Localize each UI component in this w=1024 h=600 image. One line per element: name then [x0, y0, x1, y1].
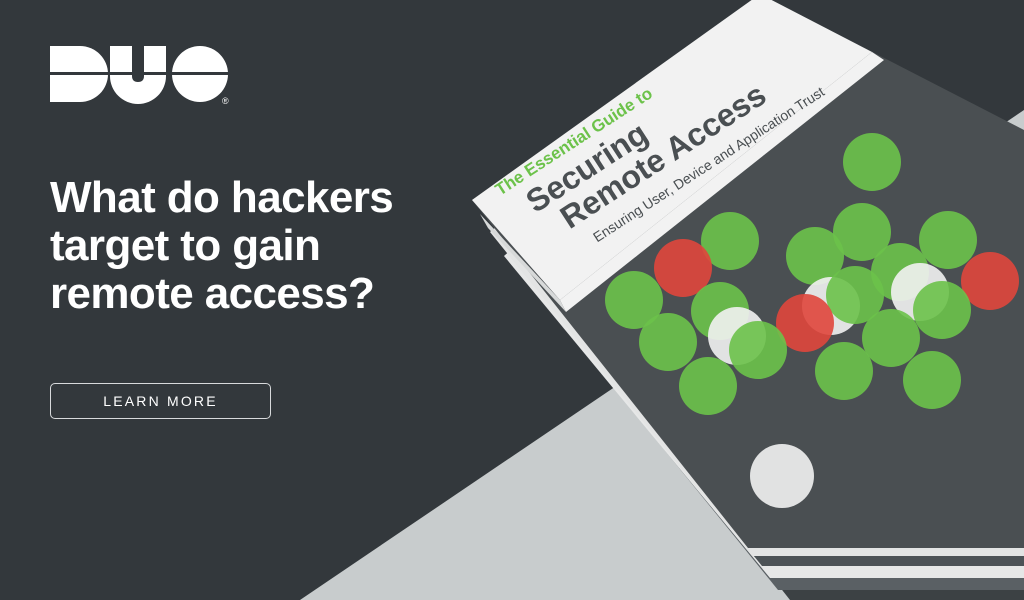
guide-booklet: The Essential Guide to Securing Remote A…	[472, 0, 1024, 600]
promo-banner: ® What do hackers target to gain remote …	[0, 0, 1024, 600]
